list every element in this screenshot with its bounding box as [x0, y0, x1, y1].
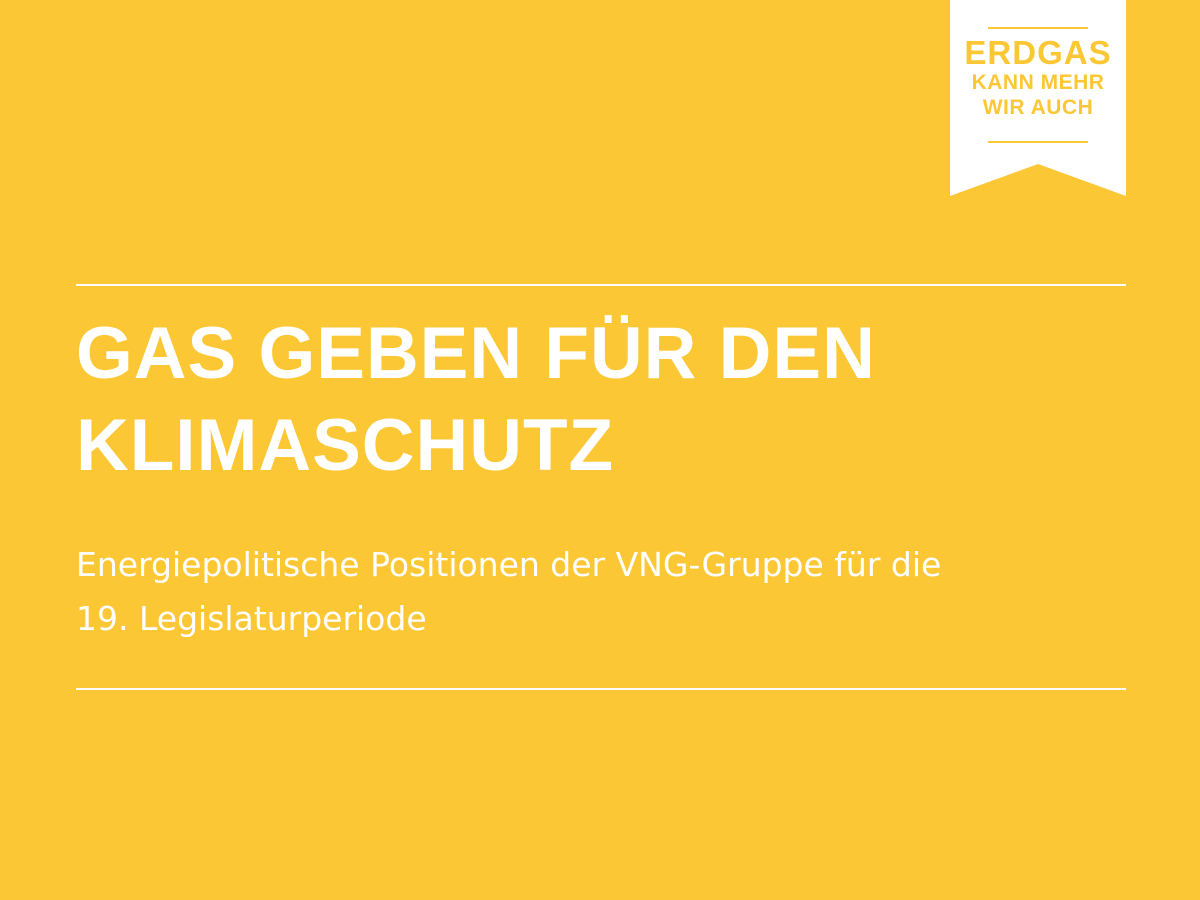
erdgas-badge: ERDGAS KANN MEHR WIR AUCH: [950, 0, 1126, 196]
badge-text: ERDGAS KANN MEHR WIR AUCH: [950, 36, 1126, 120]
badge-line-erdgas: ERDGAS: [964, 34, 1112, 71]
title-line-2: KLIMASCHUTZ: [76, 405, 615, 486]
subtitle-line-1: Energiepolitische Positionen der VNG-Gru…: [76, 545, 942, 584]
top-divider: [76, 284, 1126, 286]
title-line-1: GAS GEBEN FÜR DEN: [76, 313, 876, 394]
page-subtitle: Energiepolitische Positionen der VNG-Gru…: [76, 538, 1136, 646]
badge-line-wir-auch: WIR AUCH: [982, 96, 1094, 119]
page-title: GAS GEBEN FÜR DEN KLIMASCHUTZ: [76, 308, 1126, 492]
badge-line-kann-mehr: KANN MEHR: [971, 71, 1105, 94]
subtitle-line-2: 19. Legislaturperiode: [76, 599, 427, 638]
cover-page: ERDGAS KANN MEHR WIR AUCH GAS GEBEN FÜR …: [0, 0, 1200, 900]
bottom-divider: [76, 688, 1126, 690]
